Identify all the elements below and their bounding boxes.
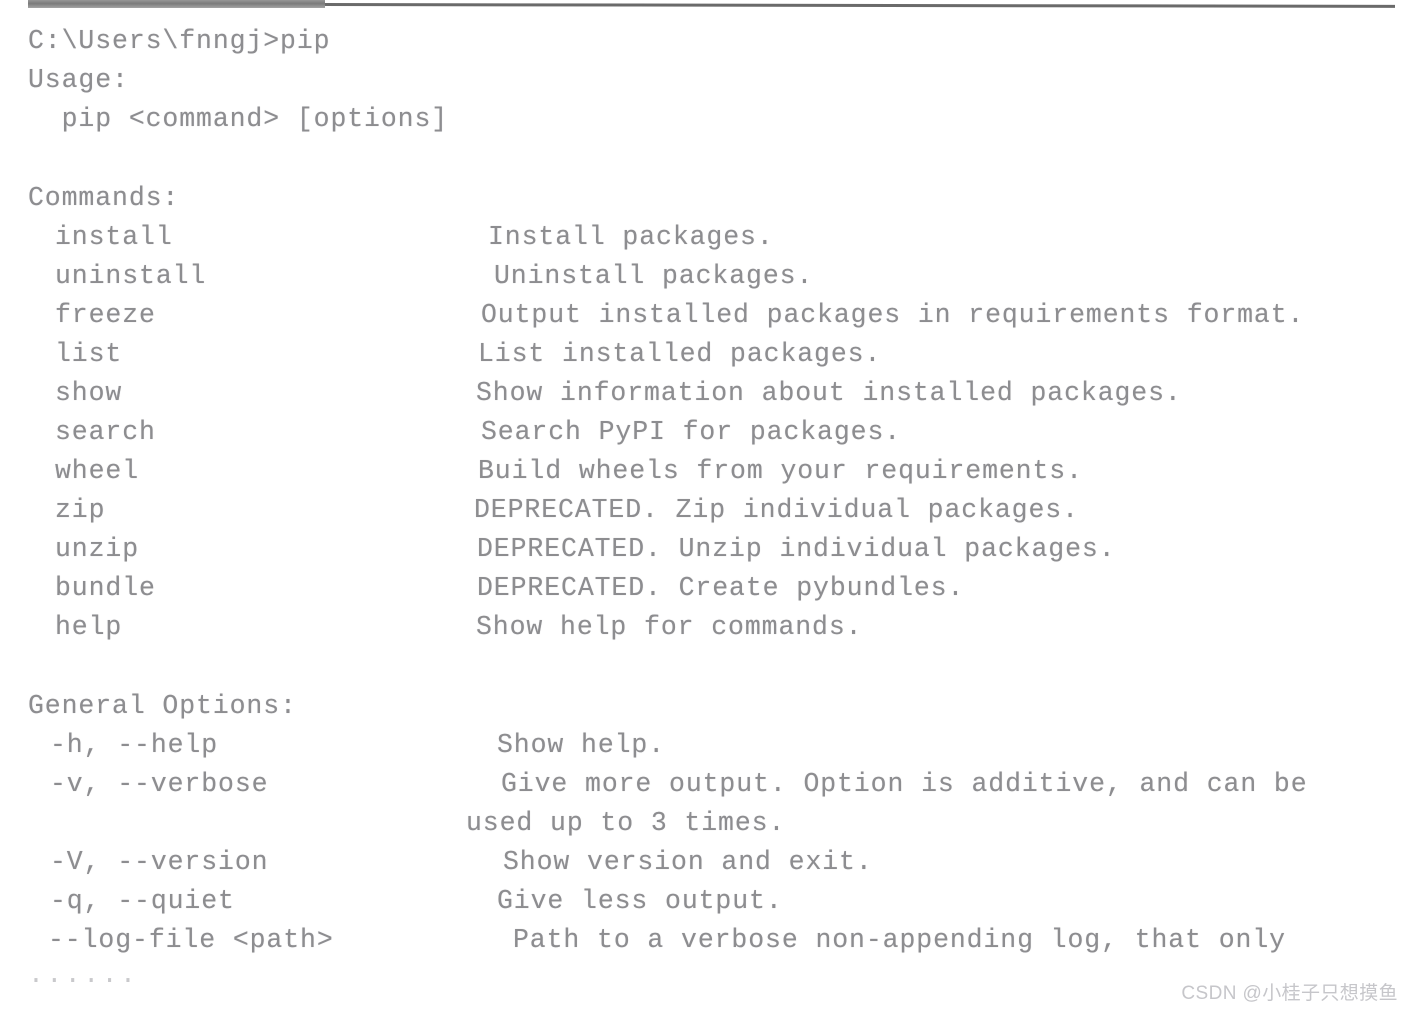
general-options-heading: General Options:	[28, 691, 297, 721]
command-desc-freeze: Output installed packages in requirement…	[481, 300, 1305, 330]
command-name-zip: zip	[55, 495, 106, 525]
usage-synopsis: pip <command> [options]	[28, 104, 449, 134]
command-desc-list: List installed packages.	[478, 339, 882, 369]
command-desc-show: Show information about installed package…	[476, 378, 1182, 408]
command-desc-wheel: Build wheels from your requirements.	[478, 456, 1083, 486]
csdn-watermark: CSDN @小桂子只想摸鱼	[1181, 983, 1398, 1004]
usage-heading: Usage:	[28, 65, 129, 95]
command-desc-search: Search PyPI for packages.	[481, 417, 902, 447]
command-desc-uninstall: Uninstall packages.	[494, 261, 814, 291]
command-name-wheel: wheel	[55, 456, 140, 486]
truncation-ellipsis: ......	[28, 960, 139, 990]
option-desc-verbose-cont: used up to 3 times.	[466, 808, 786, 838]
command-prompt-line: C:\Users\fnngj>pip	[28, 26, 331, 56]
command-desc-help: Show help for commands.	[476, 612, 863, 642]
command-name-help: help	[55, 612, 123, 642]
option-desc-help: Show help.	[497, 730, 666, 760]
command-name-list: list	[55, 339, 123, 369]
option-flags-help: -h, --help	[50, 730, 219, 760]
option-flags-log-file: --log-file <path>	[48, 925, 334, 955]
option-flags-version: -V, --version	[50, 847, 269, 877]
option-desc-version: Show version and exit.	[503, 847, 873, 877]
command-name-unzip: unzip	[55, 534, 140, 564]
command-name-show: show	[55, 378, 123, 408]
terminal-output: C:\Users\fnngj>pip Usage: pip <command> …	[0, 0, 1420, 1013]
command-name-uninstall: uninstall	[55, 261, 207, 291]
command-name-freeze: freeze	[55, 300, 156, 330]
option-desc-log-file: Path to a verbose non-appending log, tha…	[513, 925, 1286, 955]
command-desc-zip: DEPRECATED. Zip individual packages.	[474, 495, 1079, 525]
option-flags-quiet: -q, --quiet	[50, 886, 235, 916]
option-desc-verbose: Give more output. Option is additive, an…	[501, 769, 1308, 799]
command-name-bundle: bundle	[55, 573, 156, 603]
command-desc-bundle: DEPRECATED. Create pybundles.	[477, 573, 965, 603]
command-name-search: search	[55, 417, 156, 447]
commands-heading: Commands:	[28, 183, 180, 213]
command-desc-unzip: DEPRECATED. Unzip individual packages.	[477, 534, 1116, 564]
option-desc-quiet: Give less output.	[497, 886, 783, 916]
option-flags-verbose: -v, --verbose	[50, 769, 269, 799]
command-name-install: install	[55, 222, 173, 252]
command-desc-install: Install packages.	[488, 222, 774, 252]
